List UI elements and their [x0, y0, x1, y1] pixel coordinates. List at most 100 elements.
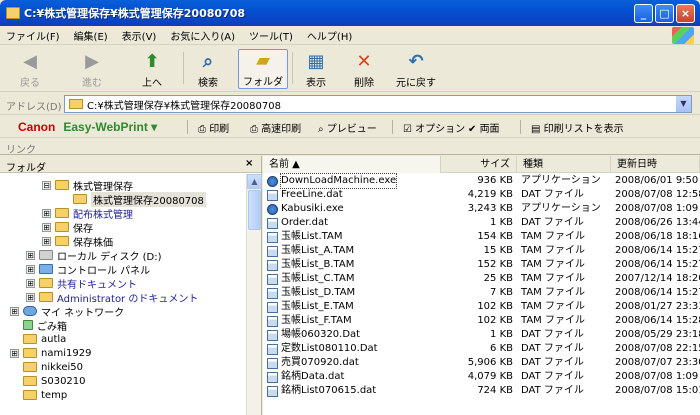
collapse-icon[interactable]: ⊟: [42, 180, 51, 190]
forward-button[interactable]: ▶ 進む: [80, 49, 104, 90]
expand-icon[interactable]: ⊞: [42, 222, 51, 232]
file-row[interactable]: 玉帳List.TAM 154 KB TAM ファイル 2008/06/18 18:16: [263, 230, 700, 244]
menu-help[interactable]: ヘルプ(H): [307, 28, 352, 43]
up-button[interactable]: ⬆ 上へ: [140, 49, 164, 90]
folders-button[interactable]: ▰ フォルダ: [238, 49, 288, 89]
folder-pane-scrollbar[interactable]: ▲: [246, 174, 262, 415]
file-row[interactable]: 定数List080110.Dat 6 KB DAT ファイル 2008/07/08 2…: [263, 342, 700, 356]
file-row[interactable]: 売買070920.dat 5,906 KB DAT ファイル 2008/07/07 2…: [263, 356, 700, 370]
file-name-cell[interactable]: 定数List080110.Dat: [267, 342, 378, 356]
menu-view[interactable]: 表示(V): [122, 28, 157, 43]
file-row[interactable]: 玉帳List_D.TAM 7 KB TAM ファイル 2008/06/14 15:27: [263, 286, 700, 300]
fast-print-button[interactable]: ⎙ 高速印刷: [250, 120, 301, 135]
file-row[interactable]: 玉帳List_E.TAM 102 KB TAM ファイル 2008/01/27 23:…: [263, 300, 700, 314]
menu-file[interactable]: ファイル(F): [6, 28, 60, 43]
tree-node[interactable]: ⊟ 株式管理保存: [42, 178, 133, 193]
tree-node[interactable]: ⊞ 配布株式管理: [42, 206, 133, 221]
fast-print-label: 高速印刷: [261, 124, 302, 135]
file-name-cell[interactable]: 銘柄List070615.dat: [267, 384, 376, 398]
tree-node[interactable]: ごみ箱: [23, 318, 67, 333]
folder-icon: [6, 7, 20, 19]
preview-button[interactable]: ⌕ プレビュー: [318, 120, 377, 135]
print-list-button[interactable]: ▤ 印刷リストを表示: [531, 120, 624, 135]
expand-icon[interactable]: ⊞: [26, 264, 35, 274]
delete-button[interactable]: ✕ 削除: [352, 49, 376, 90]
file-name-cell[interactable]: DownLoadMachine.exe: [267, 173, 398, 189]
column-name[interactable]: 名前 ▲: [263, 156, 441, 173]
column-type[interactable]: 種類: [517, 156, 611, 173]
tree-node[interactable]: ⊞ マイ ネットワーク: [10, 304, 124, 319]
maximize-button[interactable]: □: [655, 4, 674, 23]
title-bar[interactable]: C:¥株式管理保存¥株式管理保存20080708 _ □ ×: [0, 0, 700, 26]
file-row[interactable]: DownLoadMachine.exe 936 KB アプリケーション 2008/06…: [263, 173, 700, 189]
tree-node[interactable]: ⊞ 共有ドキュメント: [26, 276, 137, 291]
back-button[interactable]: ◀ 戻る: [18, 49, 42, 90]
preview-label: プレビュー: [326, 124, 377, 135]
folder-pane-close-icon[interactable]: ×: [245, 158, 253, 169]
file-row[interactable]: Order.dat 1 KB DAT ファイル 2008/06/26 13:44: [263, 216, 700, 230]
file-name-cell[interactable]: 銘柄Data.dat: [267, 370, 344, 384]
file-name-cell[interactable]: 玉帳List.TAM: [267, 230, 342, 244]
file-row[interactable]: Kabusiki.exe 3,243 KB アプリケーション 2008/07/08 1…: [263, 202, 700, 216]
expand-icon[interactable]: ⊞: [26, 250, 35, 260]
file-name-cell[interactable]: 玉帳List_E.TAM: [267, 300, 354, 314]
file-name-cell[interactable]: 玉帳List_B.TAM: [267, 258, 354, 272]
views-button[interactable]: ▦ 表示: [304, 49, 328, 90]
scroll-up-icon[interactable]: ▲: [247, 174, 262, 189]
column-modified[interactable]: 更新日時: [611, 156, 700, 173]
file-row[interactable]: FreeLine.dat 4,219 KB DAT ファイル 2008/07/08 1…: [263, 188, 700, 202]
expand-icon[interactable]: ⊞: [10, 306, 19, 316]
file-icon: [267, 287, 278, 299]
menu-favorites[interactable]: お気に入り(A): [170, 28, 235, 43]
options-button[interactable]: ☑ オプション: [403, 120, 465, 135]
tree-node-selected[interactable]: 株式管理保存20080708: [73, 191, 206, 207]
expand-icon[interactable]: ⊞: [42, 208, 51, 218]
tree-node[interactable]: ⊞ 保存: [42, 220, 93, 235]
easy-webprint-menu[interactable]: Easy-WebPrint ▾: [63, 120, 157, 134]
close-button[interactable]: ×: [676, 4, 695, 23]
file-row[interactable]: 場帳060320.Dat 1 KB DAT ファイル 2008/05/29 23:18: [263, 328, 700, 342]
search-button[interactable]: ⌕ 検索: [196, 49, 220, 90]
menu-edit[interactable]: 編集(E): [74, 28, 108, 43]
file-name-cell[interactable]: 玉帳List_A.TAM: [267, 244, 354, 258]
file-row[interactable]: 銘柄List070615.dat 724 KB DAT ファイル 2008/07/08…: [263, 384, 700, 398]
both-sides-button[interactable]: ✔ 両面: [468, 120, 500, 135]
tree-node[interactable]: ⊞ nami1929: [10, 346, 91, 360]
tree-node[interactable]: nikkei50: [23, 360, 83, 374]
address-dropdown-icon[interactable]: ▼: [676, 96, 691, 112]
address-input[interactable]: C:¥株式管理保存¥株式管理保存20080708 ▼: [64, 95, 692, 113]
links-bar[interactable]: リンク: [0, 139, 700, 156]
tree-node[interactable]: ⊞ Administrator のドキュメント: [26, 290, 198, 305]
file-size: 4,219 KB: [467, 189, 513, 200]
expand-icon[interactable]: ⊞: [10, 348, 19, 358]
file-name-cell[interactable]: 玉帳List_C.TAM: [267, 272, 354, 286]
expand-icon[interactable]: ⊞: [26, 278, 35, 288]
file-name-cell[interactable]: 玉帳List_D.TAM: [267, 286, 355, 300]
column-size[interactable]: サイズ: [441, 156, 517, 173]
undo-button[interactable]: ↶ 元に戻す: [396, 49, 436, 90]
file-row[interactable]: 玉帳List_F.TAM 102 KB TAM ファイル 2008/06/14 15:…: [263, 314, 700, 328]
scroll-thumb[interactable]: [248, 190, 261, 230]
file-name-cell[interactable]: 売買070920.dat: [267, 356, 359, 370]
tree-node[interactable]: ⊞ ローカル ディスク (D:): [26, 248, 162, 263]
file-row[interactable]: 玉帳List_A.TAM 15 KB TAM ファイル 2008/06/14 15:2…: [263, 244, 700, 258]
file-row[interactable]: 玉帳List_C.TAM 25 KB TAM ファイル 2007/12/14 18:2…: [263, 272, 700, 286]
expand-icon[interactable]: ⊞: [42, 236, 51, 246]
drive-icon: [39, 250, 53, 260]
expand-icon[interactable]: ⊞: [26, 292, 35, 302]
file-row[interactable]: 玉帳List_B.TAM 152 KB TAM ファイル 2008/06/14 15:…: [263, 258, 700, 272]
tree-node[interactable]: ⊞ 保存株価: [42, 234, 113, 249]
tree-node[interactable]: temp: [23, 388, 67, 402]
tree-node[interactable]: ⊞ コントロール パネル: [26, 262, 150, 277]
file-name-cell[interactable]: Kabusiki.exe: [267, 202, 344, 216]
tree-node[interactable]: autla: [23, 332, 66, 346]
file-name-cell[interactable]: 玉帳List_F.TAM: [267, 314, 352, 328]
minimize-button[interactable]: _: [634, 4, 653, 23]
file-row[interactable]: 銘柄Data.dat 4,079 KB DAT ファイル 2008/07/08 1:0…: [263, 370, 700, 384]
menu-tools[interactable]: ツール(T): [249, 28, 293, 43]
tree-node[interactable]: S030210: [23, 374, 86, 388]
file-name-cell[interactable]: 場帳060320.Dat: [267, 328, 360, 342]
file-name-cell[interactable]: FreeLine.dat: [267, 188, 343, 202]
file-name-cell[interactable]: Order.dat: [267, 216, 328, 230]
print-button[interactable]: ⎙ 印刷: [198, 120, 229, 135]
